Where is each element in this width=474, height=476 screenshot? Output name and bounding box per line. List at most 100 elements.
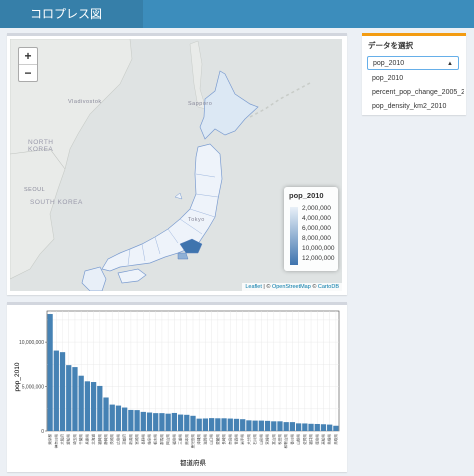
select-value: pop_2010 xyxy=(373,60,405,67)
select-dropdown: pop_2010 percent_pop_change_2005_2010 po… xyxy=(367,72,464,114)
legend-label: 2,000,000 xyxy=(302,205,331,212)
bar-chart-panel: 0 5,000,000 10,000,000 東京都 神奈川県 大阪府 愛知県 埼玉県 千葉県… xyxy=(7,302,347,472)
x-tick-label: 千葉県 xyxy=(78,434,83,445)
x-tick-label: 秋田県 xyxy=(277,434,282,445)
x-tick-label: 香川県 xyxy=(289,434,294,445)
attribution-separator: © xyxy=(310,284,318,290)
bar xyxy=(295,423,302,431)
x-tick-label: 熊本県 xyxy=(184,434,189,445)
x-axis-label: 都道府県 xyxy=(180,458,207,467)
bar xyxy=(271,421,277,431)
x-tick-label: 新潟県 xyxy=(128,434,133,445)
honshu-shape xyxy=(101,143,223,272)
x-tick-label: 滋賀県 xyxy=(202,434,207,445)
bar xyxy=(227,418,233,431)
x-tick-label: 福井県 xyxy=(308,434,313,445)
x-tick-label: 徳島県 xyxy=(314,434,319,445)
x-tick-label: 愛知県 xyxy=(66,434,71,445)
bar xyxy=(196,418,202,431)
bar xyxy=(177,414,184,431)
x-tick-label: 茨城県 xyxy=(109,434,114,445)
select-option[interactable]: pop_2010 xyxy=(367,72,464,86)
x-tick-label: 山口県 xyxy=(209,434,214,445)
bar xyxy=(277,421,283,431)
select-label: データを選択 xyxy=(368,41,413,50)
data-select[interactable]: pop_2010 ▲ xyxy=(367,56,459,70)
y-tick-label: 10,000,000 xyxy=(19,340,44,346)
bar xyxy=(128,409,134,431)
x-tick-label: 佐賀県 xyxy=(302,434,307,445)
select-option[interactable]: pop_density_km2_2010 xyxy=(367,100,464,114)
bar xyxy=(221,418,227,431)
legend-title: pop_2010 xyxy=(289,191,324,200)
x-tick-label: 神奈川県 xyxy=(53,434,58,449)
choropleth-map[interactable]: Vladivostok NORTH KOREA SEOUL SOUTH KORE… xyxy=(10,39,342,291)
legend-label: 6,000,000 xyxy=(302,225,331,232)
legend-label: 4,000,000 xyxy=(302,215,331,222)
bar xyxy=(90,382,97,431)
zoom-out-button[interactable]: − xyxy=(19,64,37,81)
x-tick-label: 静岡県 xyxy=(103,434,108,445)
x-tick-label: 岐阜県 xyxy=(147,434,152,445)
bar xyxy=(184,414,190,431)
bar xyxy=(165,413,171,431)
x-tick-label: 福岡県 xyxy=(97,434,102,445)
x-tick-label: 長野県 xyxy=(140,434,145,445)
x-tick-label: 鳥取県 xyxy=(333,434,338,445)
zoom-control: + − xyxy=(18,47,38,82)
legend-label: 8,000,000 xyxy=(302,235,331,242)
map-panel: Vladivostok NORTH KOREA SEOUL SOUTH KORE… xyxy=(7,33,347,295)
kyushu-shape xyxy=(81,266,107,291)
zoom-in-button[interactable]: + xyxy=(19,48,37,64)
bar xyxy=(53,350,59,431)
x-tick-label: 兵庫県 xyxy=(84,434,89,445)
bar xyxy=(314,423,320,431)
bar xyxy=(190,415,196,431)
bar xyxy=(109,404,115,431)
bar xyxy=(308,423,314,431)
x-tick-label: 宮崎県 xyxy=(265,434,270,445)
osm-link[interactable]: OpenStreetMap xyxy=(272,284,311,290)
kuril-islands xyxy=(249,82,311,118)
map-legend: pop_2010 2,000,000 4,000,000 6,000,000 8… xyxy=(284,187,338,271)
bar xyxy=(66,365,72,431)
sakhalin-shape xyxy=(189,40,207,110)
y-axis-label: pop_2010 xyxy=(14,362,21,391)
bar xyxy=(140,411,146,431)
label-vladivostok: Vladivostok xyxy=(68,99,102,105)
x-tick-label: 奈良県 xyxy=(227,434,232,445)
y-tick-label: 5,000,000 xyxy=(22,385,44,391)
legend-color-ramp xyxy=(290,207,298,265)
x-tick-label: 広島県 xyxy=(115,434,120,445)
x-tick-label: 山形県 xyxy=(258,434,263,445)
bar xyxy=(264,420,271,431)
carto-link[interactable]: CartoDB xyxy=(318,284,339,290)
x-tick-label: 長崎県 xyxy=(221,434,226,445)
bar xyxy=(283,422,289,431)
x-tick-label: 埼玉県 xyxy=(72,434,77,445)
bar xyxy=(146,412,153,431)
bar xyxy=(84,381,91,431)
bar xyxy=(215,418,221,431)
bar xyxy=(289,422,296,431)
x-tick-label: 富山県 xyxy=(271,434,276,445)
x-tick-label: 栃木県 xyxy=(153,434,158,445)
caret-up-icon: ▲ xyxy=(447,61,453,67)
leaflet-link[interactable]: Leaflet xyxy=(245,284,262,290)
x-tick-label: 京都府 xyxy=(122,434,127,445)
x-tick-label: 愛媛県 xyxy=(215,434,220,445)
bar xyxy=(171,412,178,431)
x-tick-label: 岩手県 xyxy=(240,434,245,445)
y-tick-label: 0 xyxy=(41,429,44,435)
bar xyxy=(252,420,258,431)
bar-chart: 0 5,000,000 10,000,000 東京都 神奈川県 大阪府 愛知県 埼玉県 千葉県… xyxy=(14,310,340,467)
bar xyxy=(103,397,109,431)
x-tick-label: 鹿児島県 xyxy=(190,434,195,449)
bar xyxy=(258,420,264,431)
x-tick-label: 青森県 xyxy=(233,434,238,445)
select-option[interactable]: percent_pop_change_2005_2010 xyxy=(367,86,464,100)
bar xyxy=(122,407,128,431)
bar xyxy=(159,413,165,431)
x-tick-label: 岡山県 xyxy=(165,434,170,445)
sado-island xyxy=(174,192,183,200)
